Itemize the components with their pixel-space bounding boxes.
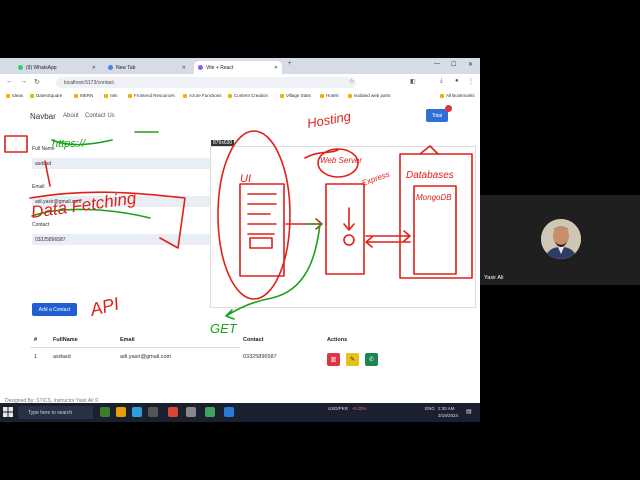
clock-time[interactable]: 2:30 AM (438, 406, 455, 411)
edge-icon[interactable] (132, 407, 142, 417)
server-circle (343, 234, 355, 246)
ui-box (239, 183, 285, 277)
ticker-change: -0.23% (352, 406, 367, 411)
windows-start-icon[interactable] (3, 407, 13, 417)
annotation-api: API (87, 293, 121, 320)
app-icon[interactable] (100, 407, 110, 417)
avatar-portrait (541, 219, 581, 259)
ticker-label[interactable]: USD/PKR (328, 406, 348, 411)
annotation-get: GET (210, 321, 238, 336)
db-roof (419, 145, 439, 155)
annotation-mongodb: MongoDB (416, 193, 452, 202)
red-arrow-stroke (44, 160, 51, 187)
language-indicator[interactable]: ENG (425, 406, 435, 411)
notification-icon[interactable]: ▤ (466, 408, 472, 415)
avatar (541, 219, 581, 259)
taskbar-search-input[interactable]: Type here to search (18, 406, 93, 419)
ui-small-rect (249, 237, 273, 249)
red-square-scribble (4, 135, 28, 153)
chrome-icon[interactable] (186, 407, 196, 417)
file-explorer-icon[interactable] (148, 407, 158, 417)
vscode-icon[interactable] (224, 407, 234, 417)
annotation-layer: https:// Data Fetching API GET Hosting U… (4, 108, 473, 336)
annotation-express: Express (361, 170, 391, 188)
app-icon[interactable] (205, 407, 215, 417)
annotation-databases: Databases (406, 170, 454, 181)
chrome-icon[interactable] (168, 407, 178, 417)
clock-date[interactable]: 3/19/2024 (438, 413, 458, 418)
ui-lines (247, 193, 277, 235)
app-icon[interactable] (116, 407, 126, 417)
annotation-web-server: Web Server (320, 156, 362, 165)
annotation-https: https:// (52, 138, 86, 150)
web-server-box (325, 183, 365, 275)
search-placeholder: Type here to search (28, 409, 73, 416)
db-to-server-arrow (365, 236, 411, 248)
participant-name: Yasir Ali (484, 275, 504, 281)
annotation-data-fetching: Data Fetching (30, 188, 138, 222)
server-down-arrow (343, 207, 355, 231)
annotation-ui: UI (240, 173, 251, 185)
annotation-hosting: Hosting (306, 108, 353, 131)
taskbar: Type here to search USD/PKR -0.23% ENG 2… (0, 403, 480, 422)
server-to-db-arrow (365, 230, 411, 242)
ui-ellipse (217, 130, 291, 300)
